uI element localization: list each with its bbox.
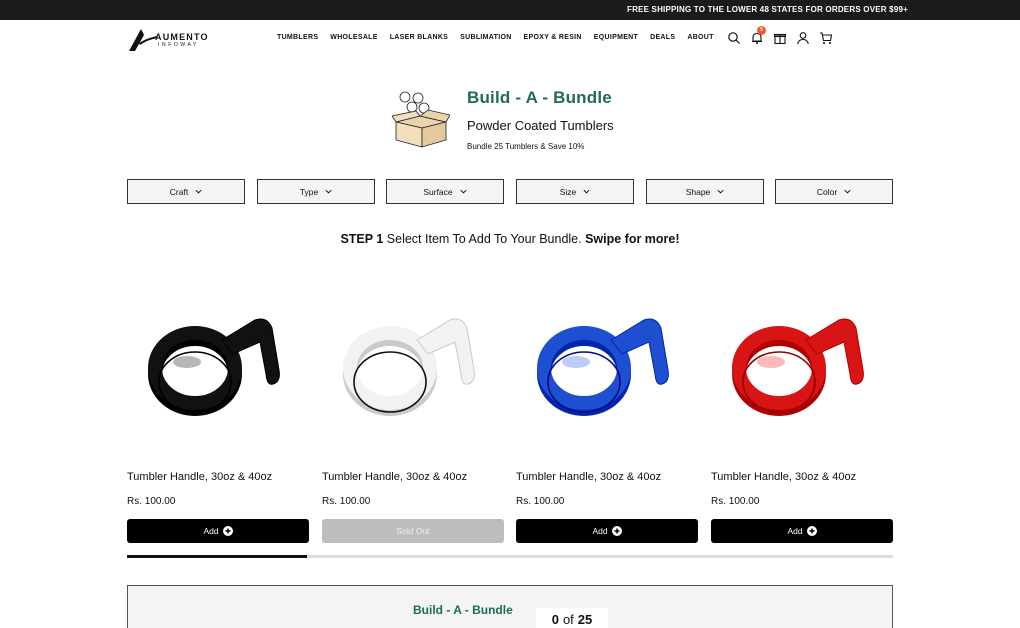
chevron-down-icon	[717, 189, 724, 194]
bundle-box-illustration	[391, 90, 451, 148]
chevron-down-icon	[844, 189, 851, 194]
hero-subtitle: Powder Coated Tumblers	[467, 118, 614, 133]
nav-deals[interactable]: DEALS	[650, 34, 675, 41]
header-actions: 5	[727, 26, 842, 45]
add-to-bundle-button[interactable]: Add	[516, 519, 698, 543]
bell-icon[interactable]: 5	[750, 26, 766, 45]
filter-shape[interactable]: Shape	[646, 179, 764, 204]
chevron-down-icon	[195, 189, 202, 194]
bundle-count-current: 0	[551, 612, 559, 627]
tumbler-handle-image	[148, 318, 280, 416]
bundle-count-of: of	[562, 612, 574, 627]
nav-laser-blanks[interactable]: LASER BLANKS	[390, 34, 448, 41]
logo[interactable]: AUMENTO INFOWAY	[127, 26, 217, 54]
logo-name: AUMENTO	[155, 32, 209, 42]
plus-circle-icon	[806, 526, 817, 536]
logo-mark-icon	[129, 29, 157, 51]
add-to-bundle-button[interactable]: Add	[711, 519, 893, 543]
filter-craft[interactable]: Craft	[127, 179, 245, 204]
filter-label: Surface	[423, 186, 453, 197]
cart-icon[interactable]	[819, 31, 833, 45]
product-image[interactable]	[711, 262, 893, 462]
handle-shape	[368, 356, 396, 368]
site-header: AUMENTO INFOWAY TUMBLERS WHOLESALE LASER…	[0, 20, 1020, 60]
product-name[interactable]: Tumbler Handle, 30oz & 40oz	[127, 471, 272, 483]
tumbler-handle-image	[343, 318, 475, 416]
hero-note: Bundle 25 Tumblers & Save 10%	[467, 142, 585, 151]
filter-label: Shape	[685, 186, 711, 197]
button-label: Add	[592, 526, 608, 536]
notification-count-badge: 5	[757, 26, 766, 35]
carousel-scroll-thumb[interactable]	[127, 555, 307, 558]
bundle-counter: 0 of 25	[536, 608, 608, 628]
step-emphasis: Swipe for more!	[585, 232, 680, 246]
step-instruction: STEP 1 Select Item To Add To Your Bundle…	[0, 232, 1020, 246]
handle-shape	[562, 356, 590, 368]
filter-label: Type	[299, 186, 319, 197]
announcement-text: FREE SHIPPING TO THE LOWER 48 STATES FOR…	[626, 5, 908, 14]
nav-sublimation[interactable]: SUBLIMATION	[460, 34, 511, 41]
nav-tumblers[interactable]: TUMBLERS	[277, 34, 318, 41]
product-card[interactable]: Tumbler Handle, 30oz & 40oz Rs. 100.00 A…	[127, 262, 309, 543]
product-image[interactable]	[322, 262, 504, 462]
chevron-down-icon	[325, 189, 332, 194]
announcement-bar: FREE SHIPPING TO THE LOWER 48 STATES FOR…	[0, 0, 1020, 20]
product-name[interactable]: Tumbler Handle, 30oz & 40oz	[322, 471, 467, 483]
product-image[interactable]	[516, 262, 698, 462]
plus-circle-icon	[611, 526, 622, 536]
nav-wholesale[interactable]: WHOLESALE	[330, 34, 377, 41]
add-to-bundle-button[interactable]: Add	[127, 519, 309, 543]
step-label: STEP 1	[340, 232, 384, 246]
bundle-summary: Build - A - Bundle 0 of 25	[127, 585, 893, 628]
nav-about[interactable]: ABOUT	[687, 34, 713, 41]
sold-out-button: Sold Out	[322, 519, 504, 543]
handle-shape	[173, 356, 201, 368]
nav-epoxy-resin[interactable]: EPOXY & RESIN	[524, 34, 582, 41]
gift-icon[interactable]	[773, 31, 787, 45]
main-nav: TUMBLERS WHOLESALE LASER BLANKS SUBLIMAT…	[277, 34, 726, 41]
handle-shape	[757, 356, 785, 368]
filter-surface[interactable]: Surface	[386, 179, 504, 204]
user-icon[interactable]	[796, 31, 810, 45]
product-name[interactable]: Tumbler Handle, 30oz & 40oz	[516, 471, 661, 483]
product-name[interactable]: Tumbler Handle, 30oz & 40oz	[711, 471, 856, 483]
tumbler-handle-image	[732, 318, 864, 416]
carousel-scrollbar[interactable]	[127, 555, 893, 558]
plus-circle-icon	[222, 526, 233, 536]
product-price: Rs. 100.00	[516, 496, 565, 507]
button-label: Add	[787, 526, 803, 536]
filter-type[interactable]: Type	[257, 179, 375, 204]
bundle-count-total: 25	[577, 612, 593, 627]
filter-size[interactable]: Size	[516, 179, 634, 204]
hero-title: Build - A - Bundle	[467, 88, 612, 107]
filter-label: Size	[559, 186, 577, 197]
product-price: Rs. 100.00	[322, 496, 371, 507]
product-card[interactable]: Tumbler Handle, 30oz & 40oz Rs. 100.00 S…	[322, 262, 504, 543]
chevron-down-icon	[583, 189, 590, 194]
filter-label: Craft	[169, 186, 189, 197]
button-label: Sold Out	[396, 526, 430, 536]
chevron-down-icon	[460, 189, 467, 194]
tumbler-handle-image	[537, 318, 669, 416]
filter-bar: Craft Type Surface Size Shape Color	[127, 179, 893, 204]
step-text: Select Item To Add To Your Bundle.	[383, 232, 586, 246]
product-price: Rs. 100.00	[127, 496, 176, 507]
nav-equipment[interactable]: EQUIPMENT	[594, 34, 638, 41]
bundle-summary-title: Build - A - Bundle	[413, 603, 513, 617]
search-icon[interactable]	[727, 31, 741, 45]
filter-color[interactable]: Color	[775, 179, 893, 204]
product-price: Rs. 100.00	[711, 496, 760, 507]
filter-label: Color	[816, 186, 838, 197]
product-card[interactable]: Tumbler Handle, 30oz & 40oz Rs. 100.00 A…	[711, 262, 893, 543]
button-label: Add	[203, 526, 219, 536]
product-card[interactable]: Tumbler Handle, 30oz & 40oz Rs. 100.00 A…	[516, 262, 698, 543]
logo-tagline: INFOWAY	[158, 42, 199, 48]
product-image[interactable]	[127, 262, 309, 462]
